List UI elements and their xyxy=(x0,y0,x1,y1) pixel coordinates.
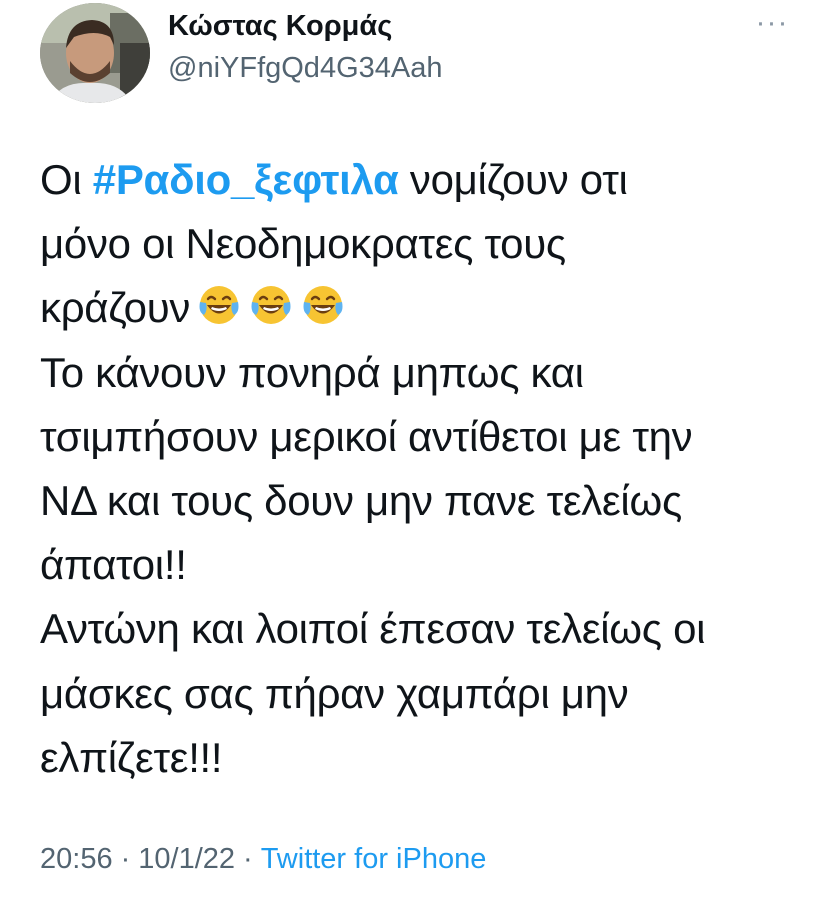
tweet-text-segment: μόνο οι Νεοδημοκρατες τους xyxy=(40,220,566,268)
author-name[interactable]: Κώστας Κορμάς xyxy=(168,10,392,43)
tweet-source-link[interactable]: Twitter for iPhone xyxy=(261,843,487,875)
tweet-meta: 20:56 · 10/1/22 · Twitter for iPhone xyxy=(40,843,486,876)
tweet-text-segment: νομίζουν οτι xyxy=(398,156,628,203)
author-handle[interactable]: @niYFfgQd4G34Aah xyxy=(168,52,442,85)
tears-of-joy-emoji-icon xyxy=(199,286,239,325)
tweet-text-segment: Οι xyxy=(40,156,93,203)
tweet-line: μόνο οι Νεοδημοκρατες τους xyxy=(40,212,820,276)
avatar[interactable] xyxy=(40,3,150,103)
tweet-line: κράζουν xyxy=(40,276,820,340)
tweet-line: άπατοι!! xyxy=(40,533,820,597)
more-horizontal-icon: ··· xyxy=(755,6,789,39)
tweet-line: τσιμπήσουν μερικοί αντίθετοι με την xyxy=(40,405,820,469)
tweet-text-segment: άπατοι!! xyxy=(40,541,187,589)
tweet-text-segment: ΝΔ και τους δουν μην πανε τελείως xyxy=(40,476,682,524)
tweet: Κώστας Κορμάς @niYFfgQd4G34Aah ··· Οι #Ρ… xyxy=(0,0,828,899)
meta-separator: · xyxy=(120,843,131,875)
tweet-text: Οι #Ραδιο_ξεφτιλα νομίζουν οτι μόνο οι Νε… xyxy=(40,148,820,790)
tweet-text-segment: κράζουν xyxy=(40,284,191,332)
tweet-text-segment: Αντώνη και λοιποί έπεσαν τελείως οι xyxy=(40,605,706,653)
tweet-line: Το κάνουν πονηρά μηπως και xyxy=(40,341,820,405)
tweet-text-segment: Το κάνουν πονηρά μηπως και xyxy=(40,348,584,396)
tweet-line: ελπίζετε!!! xyxy=(40,726,820,790)
tweet-line: Αντώνη και λοιποί έπεσαν τελείως οι xyxy=(40,597,820,661)
tweet-text-segment: τσιμπήσουν μερικοί αντίθετοι με την xyxy=(40,412,693,460)
tweet-date[interactable]: 10/1/22 xyxy=(138,843,235,875)
tweet-text-segment: ελπίζετε!!! xyxy=(40,733,223,781)
tweet-line: Οι #Ραδιο_ξεφτιλα νομίζουν οτι xyxy=(40,148,820,212)
hashtag-link[interactable]: #Ραδιο_ξεφτιλα xyxy=(93,156,399,203)
tweet-line: μάσκες σας πήραν χαμπάρι μην xyxy=(40,662,820,726)
tears-of-joy-emoji-icon xyxy=(251,286,291,325)
more-options-button[interactable]: ··· xyxy=(754,8,790,42)
tweet-time[interactable]: 20:56 xyxy=(40,843,113,875)
meta-separator: · xyxy=(243,843,253,875)
tweet-line: ΝΔ και τους δουν μην πανε τελείως xyxy=(40,469,820,533)
tweet-text-segment: μάσκες σας πήραν χαμπάρι μην xyxy=(40,669,629,717)
tears-of-joy-emoji-icon xyxy=(303,286,343,325)
